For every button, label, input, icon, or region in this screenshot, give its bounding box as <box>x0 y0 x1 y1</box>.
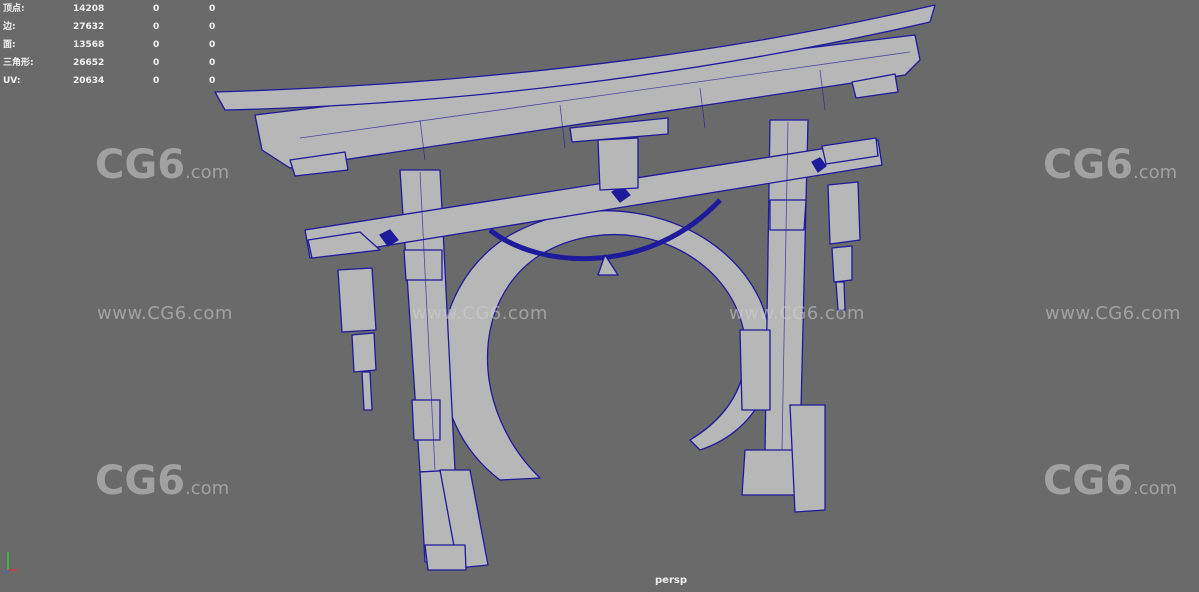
stat-value: 0 <box>209 58 216 68</box>
maya-viewport[interactable]: 顶点: 14208 0 0 边: 27632 0 0 面: 13568 0 0 … <box>0 0 1199 592</box>
watermark-url: www.CG6.com <box>412 303 548 324</box>
stat-value: 0 <box>209 40 216 50</box>
stat-value: 0 <box>209 22 216 32</box>
stat-value: 0 <box>153 22 160 32</box>
poly-count-hud: 顶点: 14208 0 0 边: 27632 0 0 面: 13568 0 0 … <box>3 0 233 90</box>
stat-value: 0 <box>209 4 216 14</box>
stat-value: 0 <box>153 40 160 50</box>
stat-value: 13568 <box>73 40 105 50</box>
stat-value: 20634 <box>73 76 105 86</box>
axis-gizmo-icon <box>2 548 22 574</box>
stat-value: 0 <box>153 58 160 68</box>
stat-row-uv: UV: 20634 0 0 <box>3 72 233 90</box>
watermark-logo: CG6.com <box>95 142 230 188</box>
watermark-url: www.CG6.com <box>729 303 865 324</box>
stat-row-triangles: 三角形: 26652 0 0 <box>3 54 233 72</box>
watermark-logo: CG6.com <box>95 458 230 504</box>
stat-value: 0 <box>153 76 160 86</box>
watermark-url: www.CG6.com <box>97 303 233 324</box>
stat-label: 面: <box>3 40 16 50</box>
stat-label: 三角形: <box>3 58 34 68</box>
stat-value: 14208 <box>73 4 105 14</box>
stat-row-vertices: 顶点: 14208 0 0 <box>3 0 233 18</box>
stat-row-faces: 面: 13568 0 0 <box>3 36 233 54</box>
stat-label: 边: <box>3 22 16 32</box>
watermark-logo: CG6.com <box>1043 142 1178 188</box>
stat-value: 0 <box>153 4 160 14</box>
stat-value: 0 <box>209 76 216 86</box>
camera-label: persp <box>655 575 687 586</box>
stat-label: UV: <box>3 76 21 86</box>
stat-value: 26652 <box>73 58 105 68</box>
stat-value: 27632 <box>73 22 105 32</box>
stat-row-edges: 边: 27632 0 0 <box>3 18 233 36</box>
stat-label: 顶点: <box>3 4 25 14</box>
watermark-url: www.CG6.com <box>1045 303 1181 324</box>
watermark-logo: CG6.com <box>1043 458 1178 504</box>
